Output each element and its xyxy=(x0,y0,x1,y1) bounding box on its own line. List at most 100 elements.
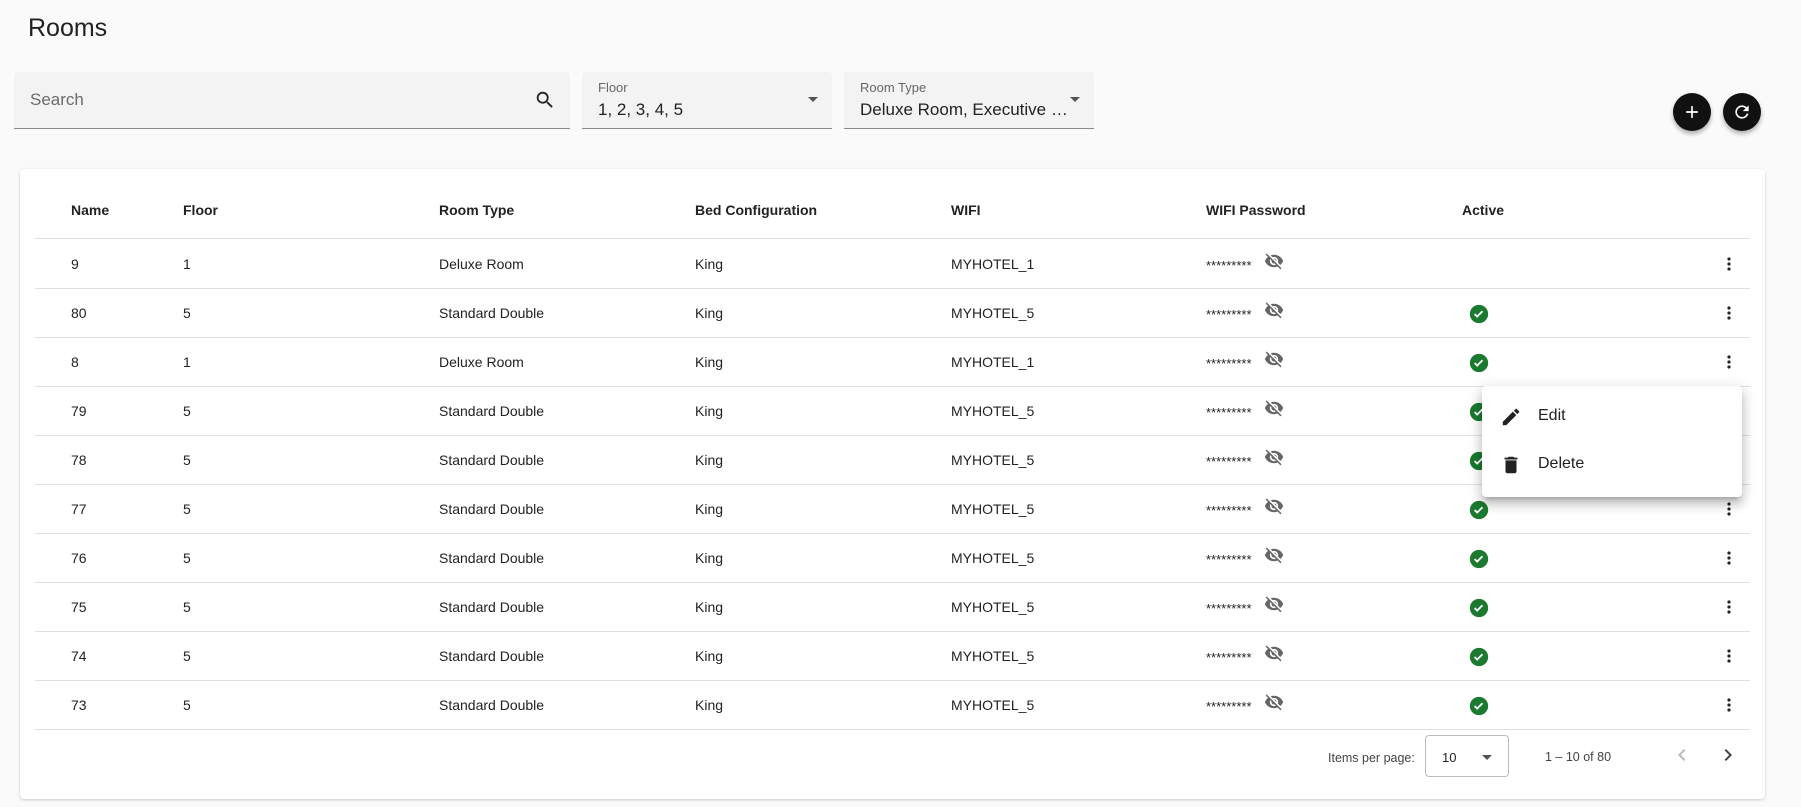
floor-label: Floor xyxy=(598,80,628,95)
page-range-label: 1 – 10 of 80 xyxy=(1545,750,1612,764)
cell-floor: 1 xyxy=(183,354,191,370)
cell-floor: 5 xyxy=(183,648,191,664)
cell-floor: 5 xyxy=(183,305,191,321)
room-type-select[interactable]: Room Type Deluxe Room, Executive S… xyxy=(844,72,1094,129)
eye-off-icon[interactable] xyxy=(1264,496,1284,516)
column-header-wifi[interactable]: WIFI xyxy=(951,202,981,218)
table-header: Name Floor Room Type Bed Configuration W… xyxy=(35,169,1750,239)
more-vertical-icon[interactable] xyxy=(1719,303,1739,323)
items-per-page-label: Items per page: xyxy=(1328,751,1415,765)
eye-off-icon[interactable] xyxy=(1264,349,1284,369)
table-row[interactable]: 80 5 Standard Double King MYHOTEL_5 ********* xyxy=(35,289,1750,338)
cell-floor: 5 xyxy=(183,599,191,615)
cell-floor: 5 xyxy=(183,403,191,419)
cell-wifi: MYHOTEL_5 xyxy=(951,501,1035,517)
active-check-icon xyxy=(1469,353,1489,373)
eye-off-icon[interactable] xyxy=(1264,398,1284,418)
active-check-icon xyxy=(1469,549,1489,569)
cell-wifi: MYHOTEL_5 xyxy=(951,697,1035,713)
add-room-button[interactable] xyxy=(1673,93,1711,131)
cell-floor: 1 xyxy=(183,256,191,272)
edit-menu-item[interactable]: Edit xyxy=(1482,392,1742,440)
cell-wifi: MYHOTEL_5 xyxy=(951,403,1035,419)
cell-name: 79 xyxy=(71,403,87,419)
column-header-active[interactable]: Active xyxy=(1462,202,1504,218)
floor-value: 1, 2, 3, 4, 5 xyxy=(598,100,684,119)
column-header-wifi-password[interactable]: WIFI Password xyxy=(1206,202,1306,218)
eye-off-icon[interactable] xyxy=(1264,692,1284,712)
more-vertical-icon[interactable] xyxy=(1719,548,1739,568)
column-header-bed-configuration[interactable]: Bed Configuration xyxy=(695,202,817,218)
active-check-icon xyxy=(1469,647,1489,667)
cell-wifi: MYHOTEL_5 xyxy=(951,305,1035,321)
cell-floor: 5 xyxy=(183,697,191,713)
cell-room-type: Standard Double xyxy=(439,403,545,419)
edit-label: Edit xyxy=(1538,407,1566,424)
cell-room-type: Standard Double xyxy=(439,648,545,664)
active-check-icon xyxy=(1469,696,1489,716)
delete-label: Delete xyxy=(1538,455,1585,472)
cell-wifi-password: ********* xyxy=(1206,356,1252,371)
table-row[interactable]: 73 5 Standard Double King MYHOTEL_5 ********* xyxy=(35,681,1750,730)
cell-wifi-password: ********* xyxy=(1206,405,1252,420)
cell-wifi: MYHOTEL_5 xyxy=(951,452,1035,468)
table-row[interactable]: 8 1 Deluxe Room King MYHOTEL_1 ********* xyxy=(35,338,1750,387)
cell-wifi-password: ********* xyxy=(1206,503,1252,518)
eye-off-icon[interactable] xyxy=(1264,643,1284,663)
search-icon[interactable] xyxy=(534,89,556,111)
floor-select[interactable]: Floor 1, 2, 3, 4, 5 xyxy=(582,72,832,129)
cell-wifi-password: ********* xyxy=(1206,454,1252,469)
search-input[interactable] xyxy=(30,90,510,110)
table-row[interactable]: 76 5 Standard Double King MYHOTEL_5 ********* xyxy=(35,534,1750,583)
more-vertical-icon[interactable] xyxy=(1719,352,1739,372)
column-header-room-type[interactable]: Room Type xyxy=(439,202,514,218)
table-row[interactable]: 74 5 Standard Double King MYHOTEL_5 ********* xyxy=(35,632,1750,681)
delete-menu-item[interactable]: Delete xyxy=(1482,440,1742,488)
search-field[interactable] xyxy=(14,72,570,129)
eye-off-icon[interactable] xyxy=(1264,594,1284,614)
more-vertical-icon[interactable] xyxy=(1719,646,1739,666)
cell-room-type: Standard Double xyxy=(439,550,545,566)
cell-name: 9 xyxy=(71,256,79,272)
cell-room-type: Standard Double xyxy=(439,599,545,615)
table-row[interactable]: 75 5 Standard Double King MYHOTEL_5 ********* xyxy=(35,583,1750,632)
pencil-icon xyxy=(1502,408,1520,426)
cell-name: 8 xyxy=(71,354,79,370)
active-check-icon xyxy=(1469,500,1489,520)
more-vertical-icon[interactable] xyxy=(1719,597,1739,617)
cell-wifi: MYHOTEL_5 xyxy=(951,599,1035,615)
room-type-value: Deluxe Room, Executive S… xyxy=(860,100,1068,119)
cell-wifi-password: ********* xyxy=(1206,552,1252,567)
cell-wifi-password: ********* xyxy=(1206,601,1252,616)
refresh-button[interactable] xyxy=(1723,93,1761,131)
more-vertical-icon[interactable] xyxy=(1719,499,1739,519)
cell-name: 76 xyxy=(71,550,87,566)
more-vertical-icon[interactable] xyxy=(1719,254,1739,274)
cell-floor: 5 xyxy=(183,501,191,517)
next-page-button[interactable] xyxy=(1716,743,1740,767)
cell-wifi: MYHOTEL_5 xyxy=(951,550,1035,566)
column-header-name[interactable]: Name xyxy=(71,202,109,218)
items-per-page-select[interactable]: 10 xyxy=(1425,735,1509,777)
eye-off-icon[interactable] xyxy=(1264,545,1284,565)
paginator: Items per page: 10 1 – 10 of 80 xyxy=(20,729,1765,779)
cell-bed-configuration: King xyxy=(695,403,724,419)
column-header-floor[interactable]: Floor xyxy=(183,202,218,218)
page-title: Rooms xyxy=(28,14,108,42)
cell-wifi: MYHOTEL_1 xyxy=(951,354,1035,370)
row-context-menu: Edit Delete xyxy=(1482,386,1742,497)
eye-off-icon[interactable] xyxy=(1264,447,1284,467)
table-row[interactable]: 9 1 Deluxe Room King MYHOTEL_1 ********* xyxy=(35,240,1750,289)
cell-name: 78 xyxy=(71,452,87,468)
eye-off-icon[interactable] xyxy=(1264,251,1284,271)
eye-off-icon[interactable] xyxy=(1264,300,1284,320)
chevron-down-icon xyxy=(1070,97,1080,102)
more-vertical-icon[interactable] xyxy=(1719,695,1739,715)
cell-floor: 5 xyxy=(183,452,191,468)
cell-bed-configuration: King xyxy=(695,452,724,468)
cell-name: 74 xyxy=(71,648,87,664)
refresh-icon xyxy=(1735,105,1749,119)
previous-page-button[interactable] xyxy=(1670,743,1694,767)
cell-bed-configuration: King xyxy=(695,648,724,664)
active-check-icon xyxy=(1469,304,1489,324)
